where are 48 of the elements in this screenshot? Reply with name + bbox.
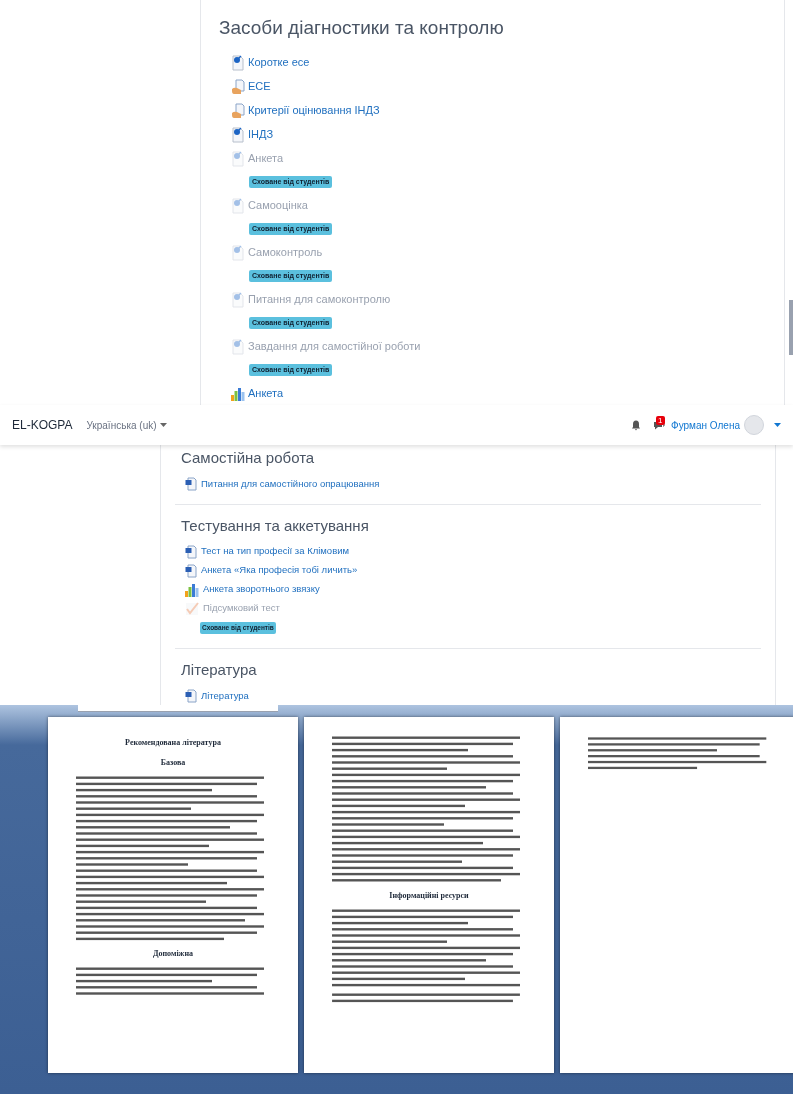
section-title: Література — [180, 660, 257, 680]
assignment-icon — [231, 126, 245, 143]
section-title: Тестування та аккетування — [180, 515, 369, 536]
activity-link[interactable]: Анкета — [248, 150, 284, 167]
assignment-icon — [231, 197, 245, 214]
activity-link[interactable]: Анкета — [248, 385, 284, 402]
activity-link[interactable]: Самооцінка — [248, 197, 308, 214]
activity-link[interactable]: ІНДЗ — [248, 126, 274, 143]
site-name[interactable]: EL-KOGPA — [12, 416, 73, 434]
bar-chart-icon — [185, 582, 199, 597]
activity-link[interactable]: Коротке есе — [248, 54, 310, 71]
bell-icon[interactable] — [631, 419, 642, 431]
user-name[interactable]: Фурман Олена — [671, 417, 740, 433]
activity-link[interactable]: Література — [201, 688, 249, 704]
caret-icon — [159, 423, 167, 427]
assignment-icon — [231, 150, 245, 167]
activity-link[interactable]: Тест на тип професії за Клімовим — [201, 544, 350, 559]
section-title: Самостійна робота — [180, 448, 315, 468]
word-document-icon — [185, 689, 197, 703]
document-title: Рекомендована література — [125, 737, 221, 749]
activity-link[interactable]: Критерії оцінювання ІНДЗ — [248, 102, 380, 119]
activity-link[interactable]: Анкета «Яка професія тобі личить» — [201, 563, 358, 578]
activity-link[interactable]: Питання для самостійного опрацювання — [201, 476, 380, 492]
caret-icon[interactable] — [774, 423, 781, 427]
language-menu[interactable]: Українська (uk) — [86, 417, 167, 433]
document-heading: Базова — [160, 757, 186, 769]
word-document-icon — [185, 477, 197, 491]
activity-link[interactable]: Завдання для самостійної роботи — [248, 338, 421, 355]
activity-link[interactable]: Підсумковий тест — [203, 601, 280, 616]
assignment-icon — [231, 244, 245, 261]
checkmark-icon — [185, 601, 199, 616]
activity-link[interactable]: Анкета зворотнього звязку — [203, 582, 320, 597]
document-heading: Допоміжна — [152, 948, 193, 961]
document-in-hand-icon — [231, 78, 245, 95]
assignment-icon — [231, 54, 245, 71]
assignment-icon — [231, 291, 245, 308]
message-count-badge: 1 — [656, 415, 665, 425]
activity-link[interactable]: ЕСЕ — [248, 78, 271, 95]
word-document-icon — [185, 544, 197, 559]
word-document-icon — [185, 563, 197, 578]
section-title: Засоби діагностики та контролю — [219, 16, 504, 40]
assignment-icon — [231, 338, 245, 355]
activity-link[interactable]: Питання для самоконтролю — [248, 291, 391, 308]
bar-chart-icon — [231, 386, 245, 401]
scrollbar[interactable] — [789, 300, 793, 355]
document-heading: Інформаційні ресурси — [389, 889, 469, 902]
activity-link[interactable]: Самоконтроль — [248, 244, 323, 261]
document-in-hand-icon — [231, 102, 245, 119]
